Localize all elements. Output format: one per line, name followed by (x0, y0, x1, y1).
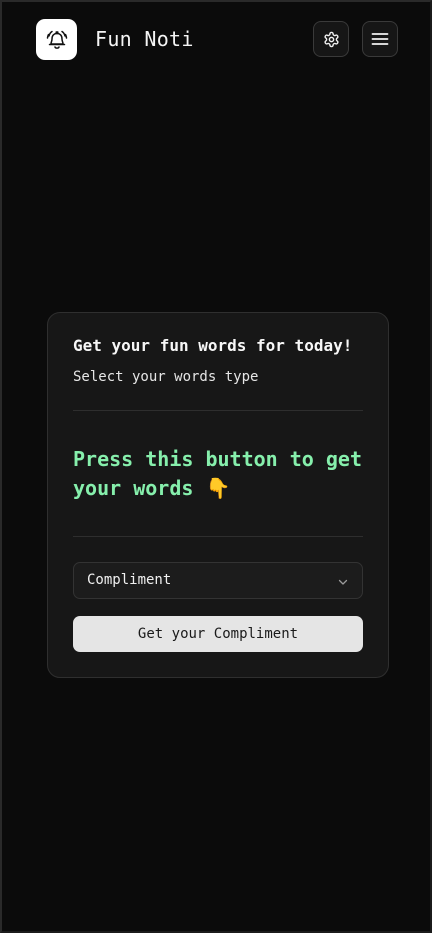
fun-words-card: Get your fun words for today! Select you… (47, 312, 389, 678)
bell-alert-icon (46, 30, 67, 49)
words-message: Press this button to get your words 👇 (73, 447, 362, 500)
get-words-button[interactable]: Get your Compliment (73, 616, 363, 652)
chevron-down-icon (338, 579, 348, 585)
card-subtitle: Select your words type (73, 369, 259, 385)
divider (73, 410, 363, 411)
app-logo[interactable] (36, 19, 77, 60)
gear-icon (323, 31, 339, 47)
words-type-selected-value: Compliment (87, 572, 172, 588)
hamburger-menu-icon (371, 33, 389, 45)
app-header: Fun Noti (36, 19, 400, 60)
card-title: Get your fun words for today! (73, 336, 353, 355)
divider (73, 536, 363, 537)
menu-button[interactable] (362, 21, 398, 57)
app-title: Fun Noti (95, 27, 194, 51)
words-type-select[interactable]: Compliment (73, 562, 363, 599)
settings-button[interactable] (313, 21, 349, 57)
